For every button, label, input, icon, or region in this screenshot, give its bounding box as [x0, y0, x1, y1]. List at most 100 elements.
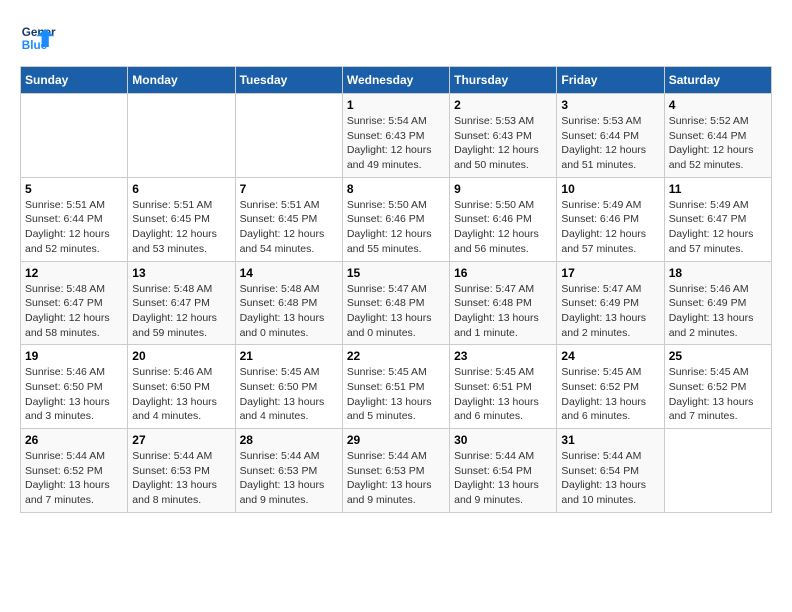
day-cell: [128, 94, 235, 178]
day-number: 1: [347, 98, 445, 112]
header-cell-saturday: Saturday: [664, 67, 771, 94]
day-info: Sunrise: 5:46 AMSunset: 6:50 PMDaylight:…: [25, 365, 123, 424]
day-info: Sunrise: 5:47 AMSunset: 6:48 PMDaylight:…: [454, 282, 552, 341]
day-number: 29: [347, 433, 445, 447]
day-cell: 6 Sunrise: 5:51 AMSunset: 6:45 PMDaylight…: [128, 177, 235, 261]
day-info: Sunrise: 5:53 AMSunset: 6:43 PMDaylight:…: [454, 114, 552, 173]
day-cell: 17 Sunrise: 5:47 AMSunset: 6:49 PMDayligh…: [557, 261, 664, 345]
day-info: Sunrise: 5:45 AMSunset: 6:51 PMDaylight:…: [347, 365, 445, 424]
day-cell: 31 Sunrise: 5:44 AMSunset: 6:54 PMDayligh…: [557, 429, 664, 513]
day-info: Sunrise: 5:44 AMSunset: 6:53 PMDaylight:…: [347, 449, 445, 508]
week-row-3: 12 Sunrise: 5:48 AMSunset: 6:47 PMDayligh…: [21, 261, 772, 345]
day-cell: 4 Sunrise: 5:52 AMSunset: 6:44 PMDaylight…: [664, 94, 771, 178]
day-cell: 28 Sunrise: 5:44 AMSunset: 6:53 PMDayligh…: [235, 429, 342, 513]
day-cell: 1 Sunrise: 5:54 AMSunset: 6:43 PMDaylight…: [342, 94, 449, 178]
header-cell-monday: Monday: [128, 67, 235, 94]
day-cell: 11 Sunrise: 5:49 AMSunset: 6:47 PMDayligh…: [664, 177, 771, 261]
day-number: 7: [240, 182, 338, 196]
day-info: Sunrise: 5:44 AMSunset: 6:53 PMDaylight:…: [132, 449, 230, 508]
day-number: 31: [561, 433, 659, 447]
day-info: Sunrise: 5:44 AMSunset: 6:54 PMDaylight:…: [454, 449, 552, 508]
day-cell: 19 Sunrise: 5:46 AMSunset: 6:50 PMDayligh…: [21, 345, 128, 429]
day-info: Sunrise: 5:47 AMSunset: 6:49 PMDaylight:…: [561, 282, 659, 341]
day-cell: 5 Sunrise: 5:51 AMSunset: 6:44 PMDaylight…: [21, 177, 128, 261]
day-number: 17: [561, 266, 659, 280]
week-row-1: 1 Sunrise: 5:54 AMSunset: 6:43 PMDaylight…: [21, 94, 772, 178]
day-info: Sunrise: 5:49 AMSunset: 6:47 PMDaylight:…: [669, 198, 767, 257]
day-info: Sunrise: 5:44 AMSunset: 6:54 PMDaylight:…: [561, 449, 659, 508]
day-number: 20: [132, 349, 230, 363]
logo: General Blue: [20, 20, 60, 56]
header-cell-sunday: Sunday: [21, 67, 128, 94]
day-info: Sunrise: 5:44 AMSunset: 6:53 PMDaylight:…: [240, 449, 338, 508]
day-info: Sunrise: 5:44 AMSunset: 6:52 PMDaylight:…: [25, 449, 123, 508]
day-info: Sunrise: 5:51 AMSunset: 6:45 PMDaylight:…: [240, 198, 338, 257]
day-number: 22: [347, 349, 445, 363]
day-number: 8: [347, 182, 445, 196]
day-cell: 12 Sunrise: 5:48 AMSunset: 6:47 PMDayligh…: [21, 261, 128, 345]
day-number: 2: [454, 98, 552, 112]
header-row: SundayMondayTuesdayWednesdayThursdayFrid…: [21, 67, 772, 94]
day-cell: [21, 94, 128, 178]
day-info: Sunrise: 5:48 AMSunset: 6:47 PMDaylight:…: [25, 282, 123, 341]
day-cell: 27 Sunrise: 5:44 AMSunset: 6:53 PMDayligh…: [128, 429, 235, 513]
day-number: 3: [561, 98, 659, 112]
day-cell: 25Sunrise: 5:45 AMSunset: 6:52 PMDayligh…: [664, 345, 771, 429]
day-info: Sunrise: 5:46 AMSunset: 6:49 PMDaylight:…: [669, 282, 767, 341]
day-number: 24: [561, 349, 659, 363]
day-number: 18: [669, 266, 767, 280]
day-info: Sunrise: 5:47 AMSunset: 6:48 PMDaylight:…: [347, 282, 445, 341]
day-cell: 20 Sunrise: 5:46 AMSunset: 6:50 PMDayligh…: [128, 345, 235, 429]
day-cell: 8Sunrise: 5:50 AMSunset: 6:46 PMDaylight…: [342, 177, 449, 261]
day-number: 30: [454, 433, 552, 447]
day-number: 16: [454, 266, 552, 280]
day-info: Sunrise: 5:45 AMSunset: 6:51 PMDaylight:…: [454, 365, 552, 424]
day-info: Sunrise: 5:45 AMSunset: 6:50 PMDaylight:…: [240, 365, 338, 424]
day-cell: 24Sunrise: 5:45 AMSunset: 6:52 PMDayligh…: [557, 345, 664, 429]
day-number: 4: [669, 98, 767, 112]
day-number: 28: [240, 433, 338, 447]
day-cell: 21 Sunrise: 5:45 AMSunset: 6:50 PMDayligh…: [235, 345, 342, 429]
day-info: Sunrise: 5:53 AMSunset: 6:44 PMDaylight:…: [561, 114, 659, 173]
day-number: 27: [132, 433, 230, 447]
day-cell: 10 Sunrise: 5:49 AMSunset: 6:46 PMDayligh…: [557, 177, 664, 261]
day-number: 21: [240, 349, 338, 363]
week-row-5: 26 Sunrise: 5:44 AMSunset: 6:52 PMDayligh…: [21, 429, 772, 513]
day-info: Sunrise: 5:51 AMSunset: 6:45 PMDaylight:…: [132, 198, 230, 257]
day-cell: 18 Sunrise: 5:46 AMSunset: 6:49 PMDayligh…: [664, 261, 771, 345]
day-info: Sunrise: 5:49 AMSunset: 6:46 PMDaylight:…: [561, 198, 659, 257]
logo-icon: General Blue: [20, 20, 56, 56]
week-row-2: 5 Sunrise: 5:51 AMSunset: 6:44 PMDaylight…: [21, 177, 772, 261]
day-number: 25: [669, 349, 767, 363]
day-info: Sunrise: 5:52 AMSunset: 6:44 PMDaylight:…: [669, 114, 767, 173]
header-cell-wednesday: Wednesday: [342, 67, 449, 94]
day-number: 13: [132, 266, 230, 280]
day-info: Sunrise: 5:51 AMSunset: 6:44 PMDaylight:…: [25, 198, 123, 257]
day-number: 9: [454, 182, 552, 196]
page-header: General Blue: [20, 20, 772, 56]
day-number: 26: [25, 433, 123, 447]
day-number: 6: [132, 182, 230, 196]
day-number: 5: [25, 182, 123, 196]
day-info: Sunrise: 5:48 AMSunset: 6:47 PMDaylight:…: [132, 282, 230, 341]
header-cell-tuesday: Tuesday: [235, 67, 342, 94]
day-number: 23: [454, 349, 552, 363]
day-number: 11: [669, 182, 767, 196]
day-cell: 23 Sunrise: 5:45 AMSunset: 6:51 PMDayligh…: [450, 345, 557, 429]
day-cell: 14Sunrise: 5:48 AMSunset: 6:48 PMDayligh…: [235, 261, 342, 345]
day-cell: 22 Sunrise: 5:45 AMSunset: 6:51 PMDayligh…: [342, 345, 449, 429]
header-cell-thursday: Thursday: [450, 67, 557, 94]
day-cell: 15 Sunrise: 5:47 AMSunset: 6:48 PMDayligh…: [342, 261, 449, 345]
day-number: 12: [25, 266, 123, 280]
day-info: Sunrise: 5:54 AMSunset: 6:43 PMDaylight:…: [347, 114, 445, 173]
week-row-4: 19 Sunrise: 5:46 AMSunset: 6:50 PMDayligh…: [21, 345, 772, 429]
day-info: Sunrise: 5:46 AMSunset: 6:50 PMDaylight:…: [132, 365, 230, 424]
calendar-table: SundayMondayTuesdayWednesdayThursdayFrid…: [20, 66, 772, 513]
day-cell: 7 Sunrise: 5:51 AMSunset: 6:45 PMDaylight…: [235, 177, 342, 261]
day-info: Sunrise: 5:48 AMSunset: 6:48 PMDaylight:…: [240, 282, 338, 341]
day-cell: 26 Sunrise: 5:44 AMSunset: 6:52 PMDayligh…: [21, 429, 128, 513]
day-number: 10: [561, 182, 659, 196]
svg-text:General: General: [22, 26, 56, 39]
day-number: 19: [25, 349, 123, 363]
day-number: 15: [347, 266, 445, 280]
